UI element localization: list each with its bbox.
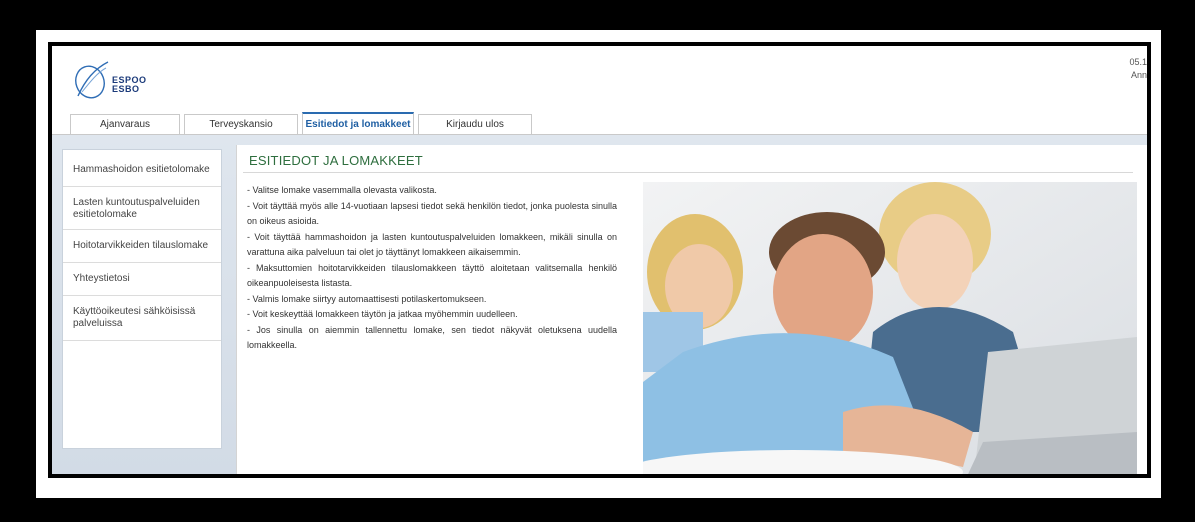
instruction-line: - Maksuttomien hoitotarvikkeiden tilausl…	[247, 262, 617, 289]
photo-frame-inner: ESPOO ESBO 05.1 Ann Ajanvaraus Terveyska…	[48, 42, 1151, 478]
sidebar-menu: Hammashoidon esitietolomake Lasten kunto…	[62, 149, 222, 449]
family-photo	[643, 182, 1137, 474]
sidebar-item-hammashoidon-esitietolomake[interactable]: Hammashoidon esitietolomake	[63, 150, 221, 187]
instruction-line: - Jos sinulla on aiemmin tallennettu lom…	[247, 324, 617, 351]
tab-terveyskansio[interactable]: Terveyskansio	[184, 114, 298, 134]
tab-kirjaudu-ulos[interactable]: Kirjaudu ulos	[418, 114, 532, 134]
user-info: 05.1 Ann	[1129, 56, 1147, 82]
instruction-line: - Voit täyttää hammashoidon ja lasten ku…	[247, 231, 617, 258]
browser-screen: ESPOO ESBO 05.1 Ann Ajanvaraus Terveyska…	[52, 46, 1147, 474]
instruction-line: - Valmis lomake siirtyy automaattisesti …	[247, 293, 487, 304]
instruction-line: - Voit keskeyttää lomakkeen täytön ja ja…	[247, 309, 518, 319]
sidebar-item-lasten-kuntoutuspalveluiden-esitietolomake[interactable]: Lasten kuntoutuspalveluiden esitietoloma…	[63, 187, 221, 230]
photo-frame-mat: ESPOO ESBO 05.1 Ann Ajanvaraus Terveyska…	[36, 30, 1161, 498]
tab-esitiedot-ja-lomakkeet[interactable]: Esitiedot ja lomakkeet	[302, 112, 414, 134]
espoo-logo-icon[interactable]	[72, 58, 112, 107]
sidebar-item-kayttooikeutesi[interactable]: Käyttöoikeutesi sähköisissä palveluissa	[63, 296, 221, 341]
tab-ajanvaraus[interactable]: Ajanvaraus	[70, 114, 180, 134]
instruction-line: - Valitse lomake vasemmalla olevasta val…	[247, 185, 437, 195]
main-content: ESITIEDOT JA LOMAKKEET - Valitse lomake …	[236, 145, 1147, 474]
brand-name: ESPOO ESBO	[112, 76, 147, 94]
instruction-line: - Voit täyttää myös alle 14-vuotiaan lap…	[247, 200, 617, 227]
page-title: ESITIEDOT JA LOMAKKEET	[249, 153, 423, 168]
instructions-text: - Valitse lomake vasemmalla olevasta val…	[247, 183, 617, 354]
sidebar-item-yhteystietosi[interactable]: Yhteystietosi	[63, 263, 221, 296]
main-tabs: Ajanvaraus Terveyskansio Esitiedot ja lo…	[70, 112, 536, 134]
user-name: Ann	[1130, 70, 1147, 80]
date-text: 05.1	[1129, 57, 1147, 67]
sidebar-item-hoitotarvikkeiden-tilauslomake[interactable]: Hoitotarvikkeiden tilauslomake	[63, 230, 221, 263]
content-band: Hammashoidon esitietolomake Lasten kunto…	[52, 135, 1147, 474]
brand-line-2: ESBO	[112, 84, 140, 94]
title-divider	[243, 172, 1133, 173]
